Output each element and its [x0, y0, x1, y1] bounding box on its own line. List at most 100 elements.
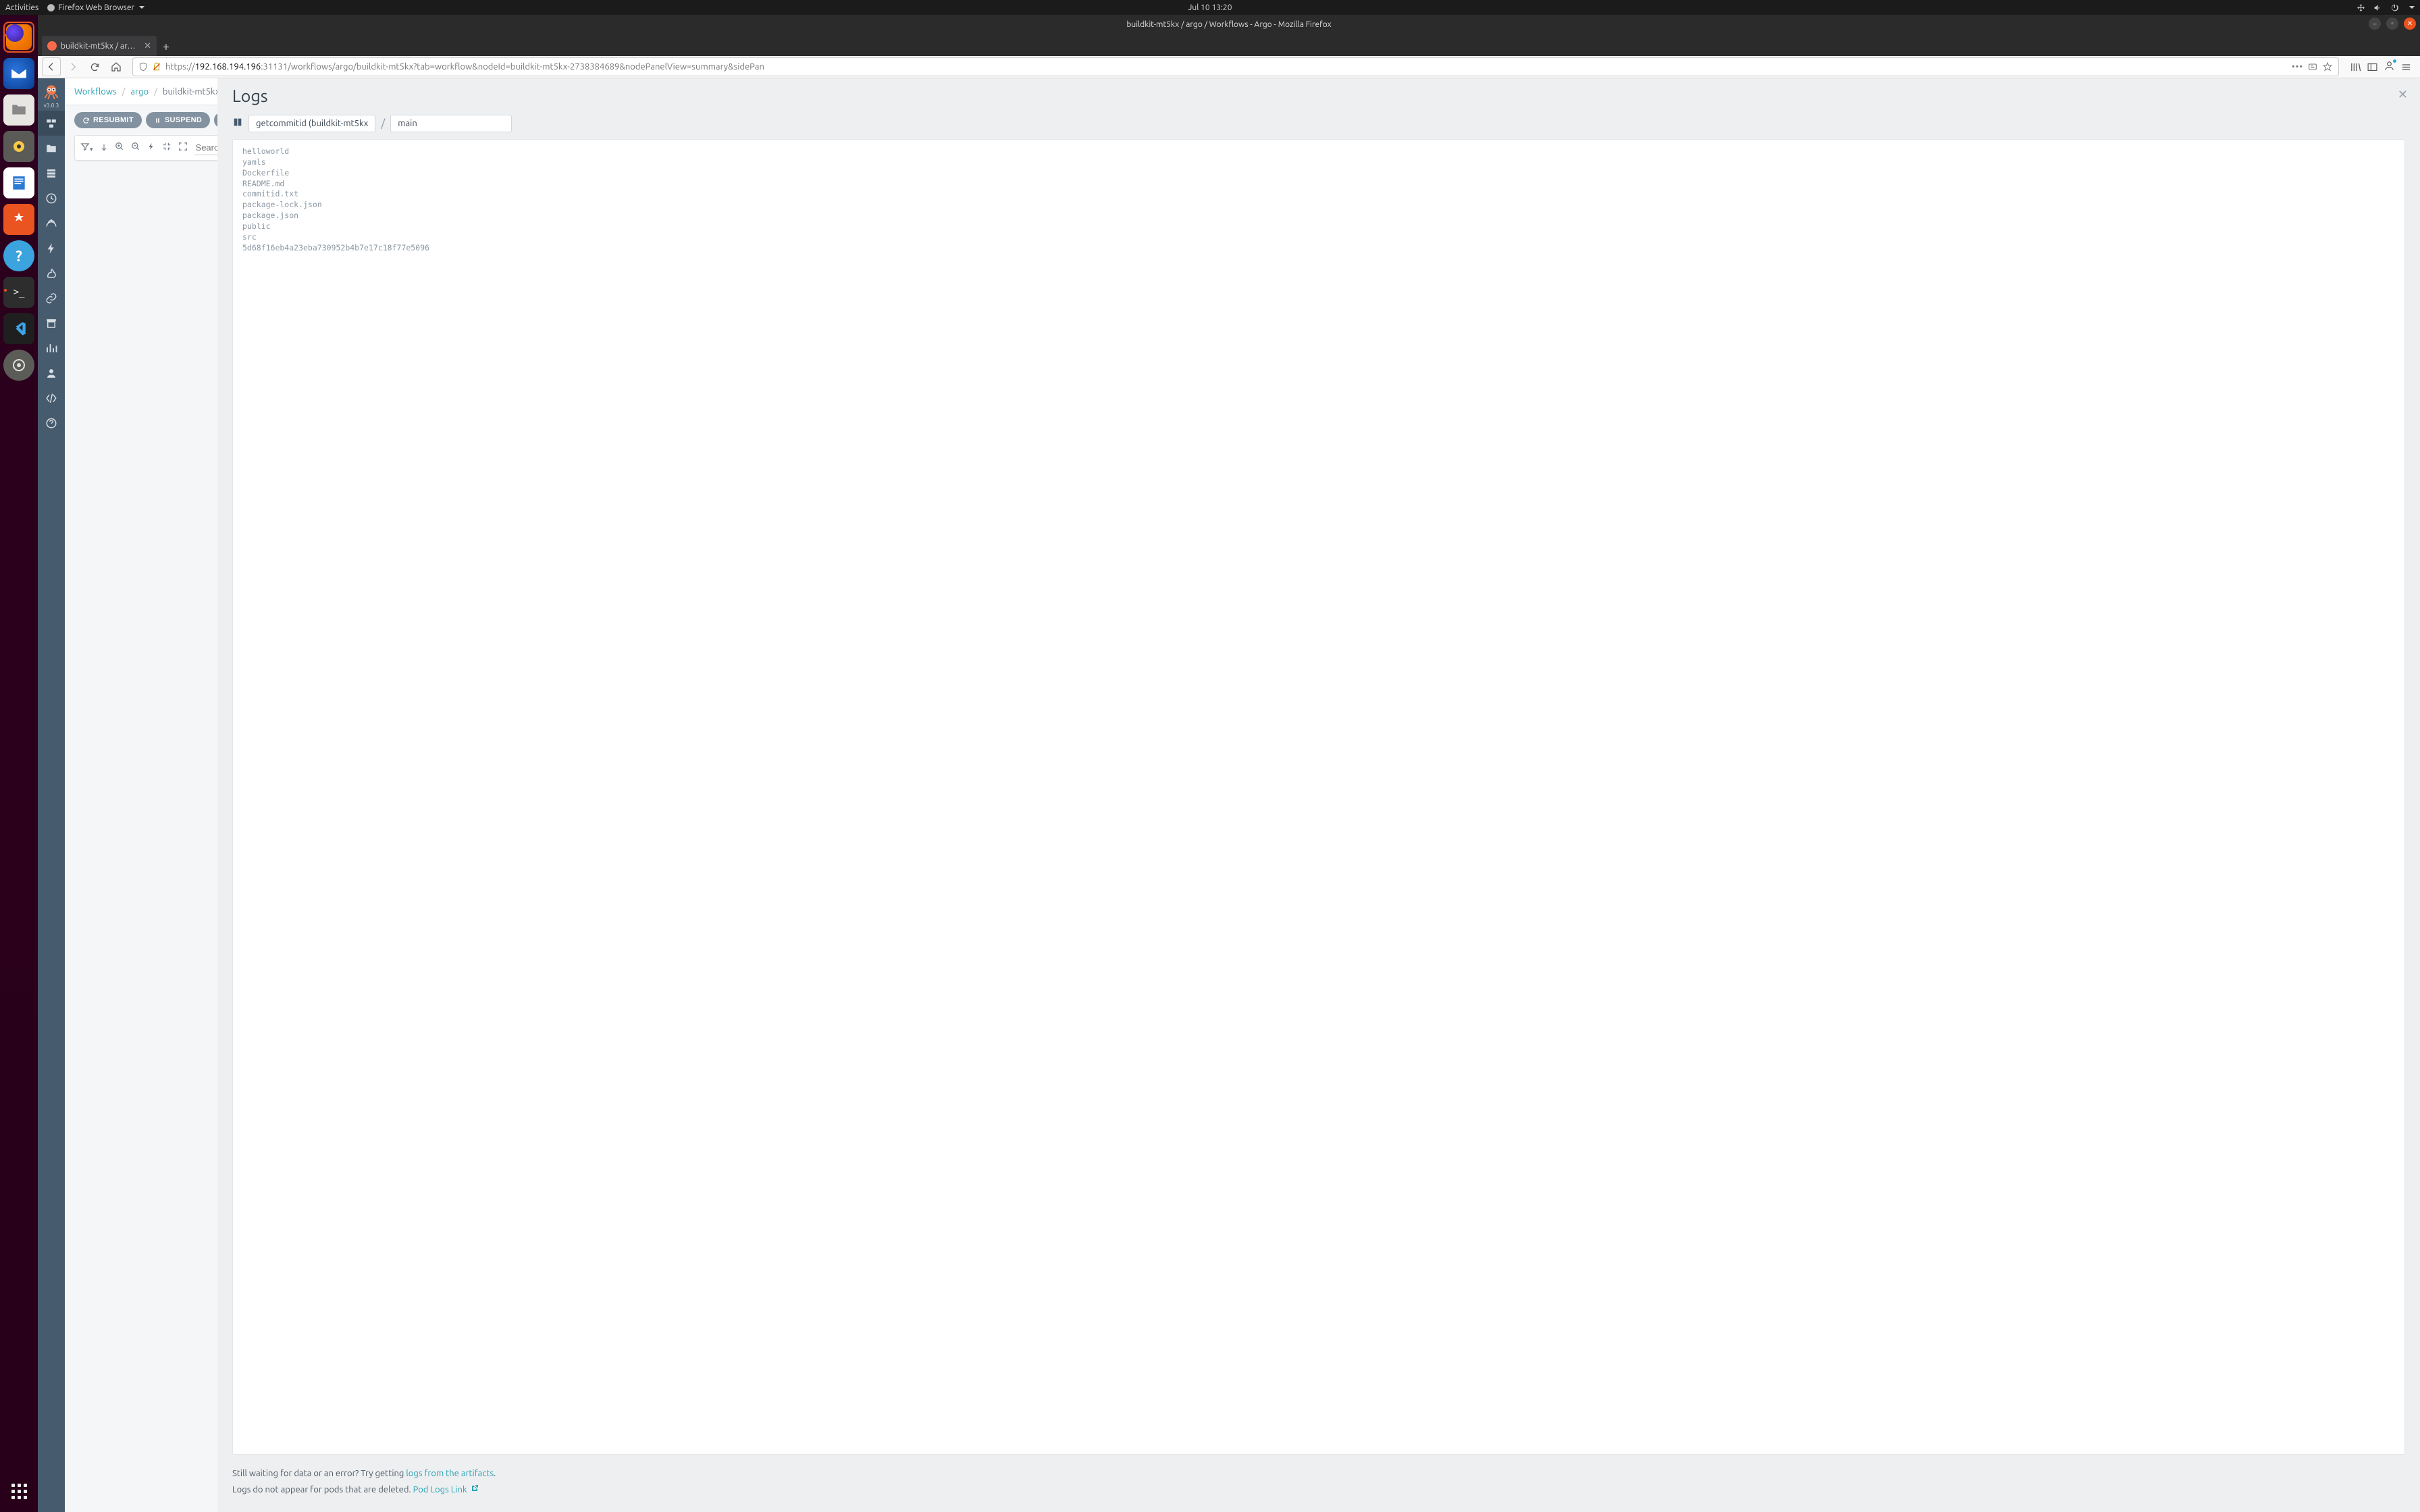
argo-main: Workflows / argo / buildkit-mt5kx RESUBM…: [65, 78, 2420, 1512]
dock-firefox[interactable]: [3, 22, 34, 53]
maximize-button[interactable]: ▫: [2386, 18, 2398, 30]
nav-links[interactable]: [38, 286, 65, 310]
close-panel-icon[interactable]: ✕: [2398, 88, 2408, 102]
dock-vscode[interactable]: [3, 313, 34, 344]
logs-from-artifacts-link[interactable]: logs from the artifacts: [406, 1469, 494, 1478]
logs-panel: ✕ Logs getcommitid (buildkit-mt5kx / mai…: [217, 78, 2420, 1512]
dock-help[interactable]: ?: [3, 240, 34, 271]
filter-icon[interactable]: ▾: [80, 142, 93, 154]
reload-button[interactable]: [85, 57, 104, 76]
external-link-icon: [471, 1482, 479, 1498]
browser-toolbar: https://192.168.194.196:31131/workflows/…: [38, 56, 2420, 78]
logs-icon: [232, 117, 243, 130]
breadcrumb-sep: /: [154, 87, 157, 97]
minimize-button[interactable]: –: [2369, 18, 2381, 30]
gnome-top-bar: Activities Firefox Web Browser Jul 10 13…: [0, 0, 2420, 15]
collapse-icon[interactable]: [162, 142, 172, 154]
firefox-window: buildkit-mt5kx / argo / Workflows - Argo…: [38, 15, 2420, 1512]
resubmit-button[interactable]: RESUBMIT: [74, 112, 142, 128]
reader-icon[interactable]: [2307, 61, 2318, 72]
log-output[interactable]: helloworld yamls Dockerfile README.md co…: [232, 139, 2405, 1455]
zoom-in-icon[interactable]: [115, 142, 124, 154]
bolt-icon[interactable]: [147, 142, 155, 154]
bookmark-star-icon[interactable]: [2322, 61, 2333, 72]
ubuntu-dock: ? >_: [0, 15, 38, 1512]
account-icon[interactable]: [2384, 60, 2395, 74]
argo-logo[interactable]: v3.0.3: [38, 78, 65, 111]
slash-sep: /: [381, 117, 385, 130]
nav-cluster-templates[interactable]: [38, 161, 65, 186]
current-app-menu[interactable]: Firefox Web Browser: [47, 3, 144, 12]
nav-sensors[interactable]: [38, 236, 65, 261]
nav-api-docs[interactable]: [38, 385, 65, 410]
hamburger-menu-icon[interactable]: [2400, 61, 2412, 73]
nav-event-sources[interactable]: [38, 261, 65, 286]
close-tab-icon[interactable]: ✕: [144, 41, 151, 51]
shield-icon: [138, 62, 148, 72]
url-text: https://192.168.194.196:31131/workflows/…: [165, 62, 2288, 72]
dock-writer[interactable]: [3, 167, 34, 198]
nav-event-flow[interactable]: [38, 211, 65, 236]
fullscreen-icon[interactable]: [178, 142, 188, 154]
back-button[interactable]: [42, 57, 61, 76]
zoom-out-icon[interactable]: [131, 142, 140, 154]
argo-sidebar: v3.0.3: [38, 78, 65, 1512]
forward-button: [63, 57, 82, 76]
dock-rhythmbox[interactable]: [3, 131, 34, 162]
chevron-down-icon: [139, 6, 144, 9]
panel-footer: Still waiting for data or an error? Try …: [232, 1465, 2405, 1498]
argo-octopus-icon: [43, 83, 60, 101]
dock-thunderbird[interactable]: [3, 58, 34, 89]
panel-title: Logs: [232, 86, 2405, 105]
suspend-button[interactable]: SUSPEND: [146, 112, 210, 128]
nav-cron-workflows[interactable]: [38, 186, 65, 211]
dock-settings[interactable]: [3, 350, 34, 381]
log-selector-row: getcommitid (buildkit-mt5kx / main: [232, 115, 2405, 132]
activities-button[interactable]: Activities: [5, 3, 38, 12]
breadcrumb: Workflows / argo / buildkit-mt5kx: [74, 87, 219, 97]
dock-show-apps[interactable]: [3, 1476, 34, 1507]
power-icon: [2390, 3, 2399, 12]
page-content: v3.0.3 Workflows: [38, 78, 2420, 1512]
close-button[interactable]: ✕: [2404, 18, 2416, 30]
breadcrumb-workflows[interactable]: Workflows: [74, 87, 117, 97]
argo-version: v3.0.3: [44, 102, 59, 109]
tab-title: buildkit-mt5kx / argo / W: [61, 42, 137, 51]
firefox-icon: [47, 3, 55, 12]
browser-tab[interactable]: buildkit-mt5kx / argo / W ✕: [42, 36, 157, 56]
dock-terminal[interactable]: >_: [3, 277, 34, 308]
network-icon: [2357, 3, 2365, 12]
tab-strip: buildkit-mt5kx / argo / W ✕ +: [38, 34, 2420, 56]
pod-logs-link[interactable]: Pod Logs Link: [413, 1485, 479, 1494]
pause-icon: [154, 117, 161, 124]
chevron-down-icon: [2409, 6, 2415, 9]
window-title: buildkit-mt5kx / argo / Workflows - Argo…: [1126, 20, 1331, 29]
nav-user[interactable]: [38, 360, 65, 385]
container-select[interactable]: main: [390, 115, 512, 132]
nav-reports[interactable]: [38, 335, 65, 360]
address-bar[interactable]: https://192.168.194.196:31131/workflows/…: [132, 57, 2339, 76]
dock-files[interactable]: [3, 94, 34, 126]
breadcrumb-sep: /: [122, 87, 126, 97]
clock[interactable]: Jul 10 13:20: [1188, 3, 1232, 12]
window-titlebar: buildkit-mt5kx / argo / Workflows - Argo…: [38, 15, 2420, 34]
pod-select[interactable]: getcommitid (buildkit-mt5kx: [248, 115, 375, 132]
favicon: [47, 41, 57, 51]
nav-help[interactable]: [38, 410, 65, 435]
new-tab-button[interactable]: +: [157, 37, 176, 56]
page-actions-icon[interactable]: •••: [2292, 62, 2303, 72]
refresh-icon: [82, 117, 90, 124]
sort-icon[interactable]: [100, 142, 108, 154]
volume-icon: [2373, 3, 2382, 12]
dock-software[interactable]: [3, 204, 34, 235]
system-status-area[interactable]: [2357, 3, 2415, 12]
breadcrumb-namespace[interactable]: argo: [130, 87, 149, 97]
library-icon[interactable]: [2350, 61, 2361, 73]
breadcrumb-workflow-name: buildkit-mt5kx: [163, 87, 220, 97]
nav-archived-workflows[interactable]: [38, 310, 65, 335]
nav-workflows[interactable]: [38, 111, 65, 136]
nav-workflow-templates[interactable]: [38, 136, 65, 161]
lock-warn-icon: [152, 62, 161, 72]
home-button[interactable]: [107, 57, 126, 76]
sidebar-icon[interactable]: [2367, 61, 2378, 73]
